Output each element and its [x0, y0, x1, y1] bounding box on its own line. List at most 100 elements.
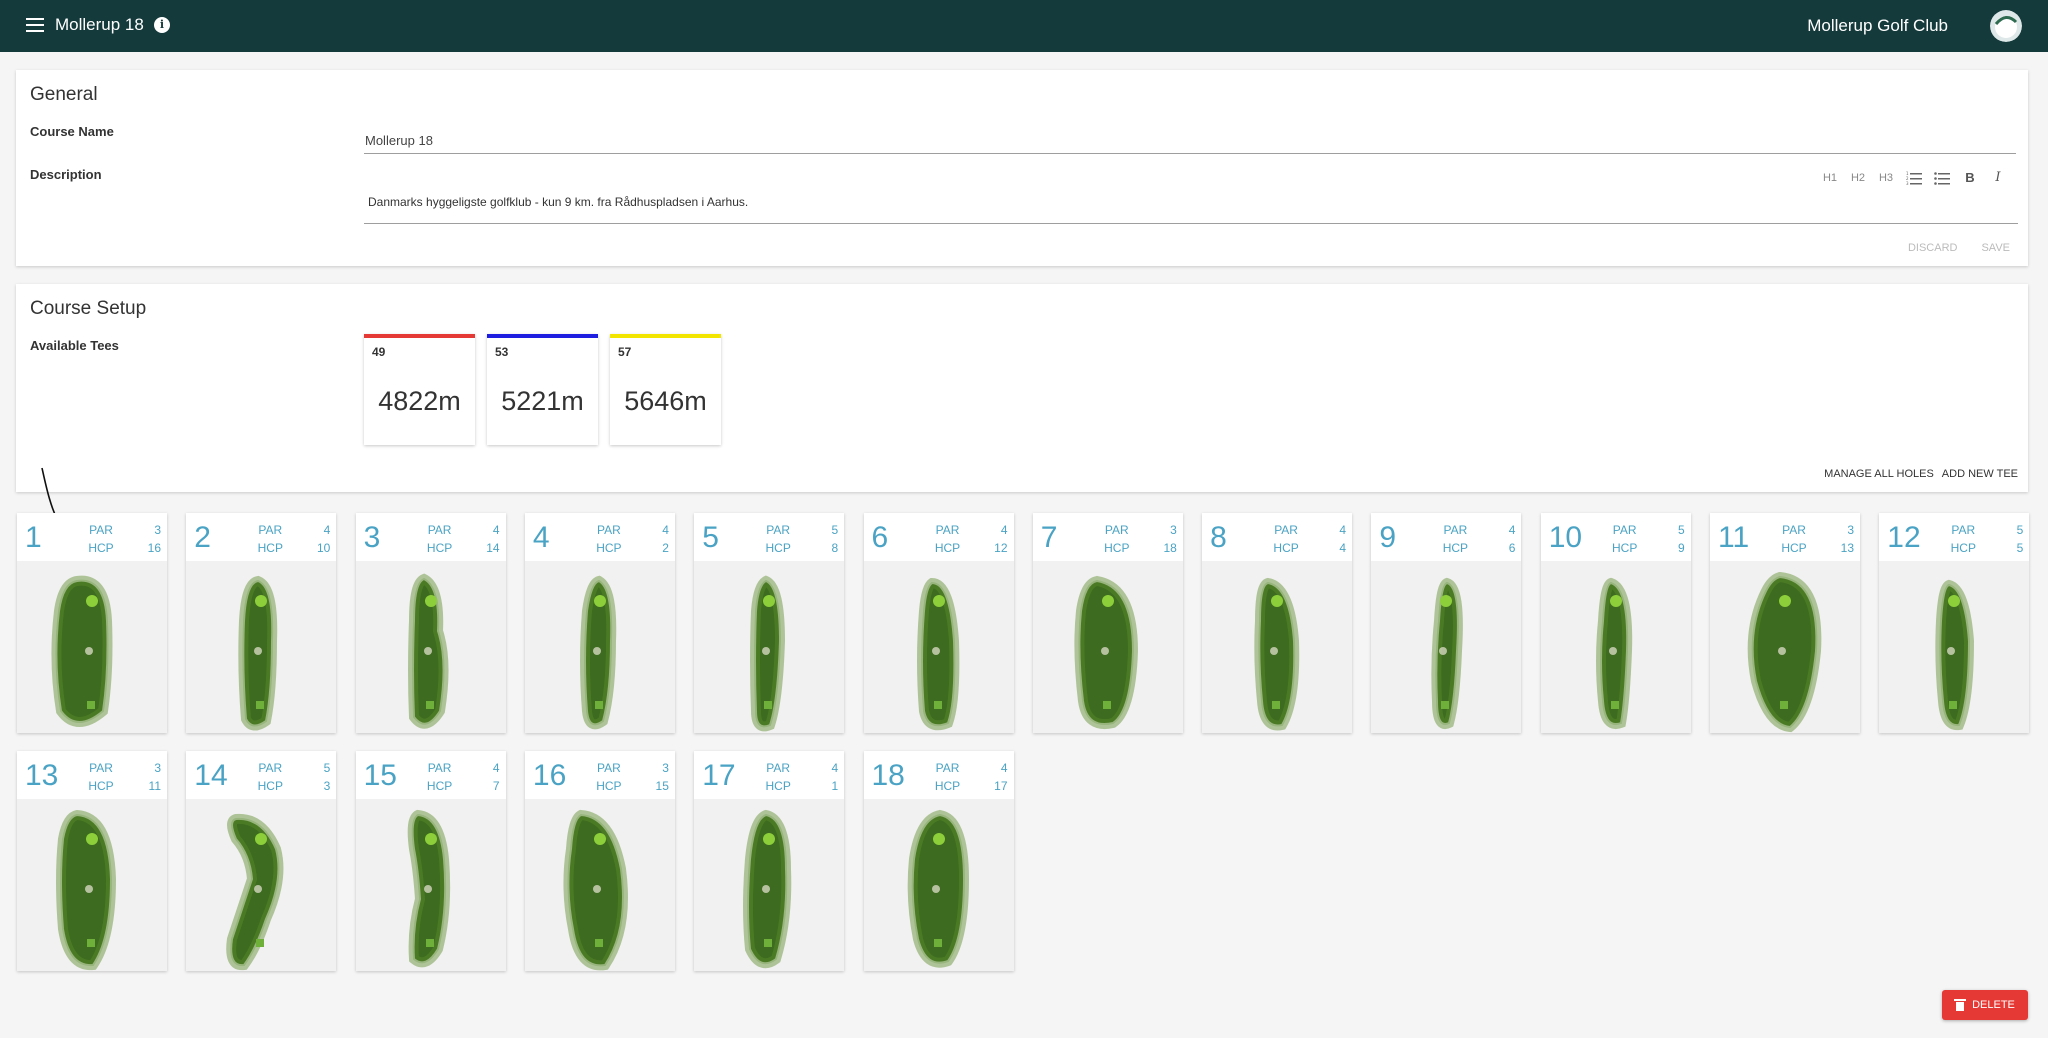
- hole-card[interactable]: 13 PAR 3 HCP 11: [17, 751, 167, 971]
- ordered-list-icon[interactable]: 123: [1900, 171, 1928, 185]
- hole-stats: PAR 3 HCP 13: [1774, 521, 1854, 557]
- par-label: PAR: [596, 523, 621, 537]
- hole-card[interactable]: 9 PAR 4 HCP 6: [1371, 513, 1522, 733]
- hcp-value: 3: [323, 779, 331, 793]
- par-label: PAR: [427, 523, 452, 537]
- hole-number: 13: [25, 759, 59, 792]
- h1-button[interactable]: H1: [1816, 172, 1844, 184]
- info-icon[interactable]: i: [154, 17, 170, 33]
- hole-card[interactable]: 5 PAR 5 HCP 8: [694, 513, 845, 733]
- tee-color-bar: [364, 334, 475, 338]
- menu-icon[interactable]: [26, 18, 44, 34]
- hole-card[interactable]: 10 PAR 5 HCP 9: [1540, 513, 1691, 733]
- hole-card[interactable]: 2 PAR 4 HCP 10: [186, 513, 337, 733]
- setup-actions: MANAGE ALL HOLES ADD NEW TEE: [1824, 468, 2018, 480]
- hole-map-image: [226, 813, 284, 971]
- hole-map-image: [579, 575, 617, 730]
- hole-number: 3: [363, 521, 381, 554]
- par-label: PAR: [1274, 523, 1298, 537]
- hcp-label: HCP: [257, 541, 283, 555]
- tee-card[interactable]: 57 5646m: [610, 334, 721, 445]
- par-label: PAR: [766, 523, 791, 537]
- hole-stats: PAR 3 HCP 18: [1097, 521, 1177, 557]
- hole-stats: PAR 4 HCP 17: [928, 759, 1008, 795]
- hole-map-image: [916, 577, 959, 731]
- hole-number: 9: [1379, 521, 1397, 554]
- hole-card[interactable]: 18 PAR 4 HCP 17: [863, 751, 1014, 971]
- hcp-value: 2: [662, 541, 669, 555]
- hole-map-image: [563, 809, 628, 971]
- bold-button[interactable]: B: [1956, 170, 1984, 185]
- course-name-label: Course Name: [30, 124, 114, 139]
- top-app-bar: Mollerup 18 i Mollerup Golf Club: [0, 0, 2048, 52]
- par-value: 3: [662, 761, 669, 775]
- hole-header: 6 PAR 4 HCP 12: [863, 513, 1014, 561]
- hole-card[interactable]: 14 PAR 5 HCP 3: [186, 751, 337, 971]
- avatar[interactable]: [1990, 10, 2022, 42]
- hole-card[interactable]: 7 PAR 3 HCP 18: [1032, 513, 1183, 733]
- hole-number: 5: [702, 521, 719, 554]
- hole-map-image: [1431, 577, 1464, 729]
- save-button[interactable]: SAVE: [1981, 242, 2010, 254]
- hole-stats: PAR 5 HCP 9: [1605, 521, 1685, 557]
- manage-all-holes-button[interactable]: MANAGE ALL HOLES: [1824, 468, 1934, 480]
- hcp-value: 1: [831, 779, 839, 793]
- hole-card[interactable]: 8 PAR 4 HCP 4: [1202, 513, 1353, 733]
- par-value: 4: [323, 523, 331, 537]
- bullet-list-icon[interactable]: [1928, 171, 1956, 185]
- par-label: PAR: [1951, 523, 1976, 537]
- par-label: PAR: [89, 523, 113, 537]
- hcp-label: HCP: [934, 541, 961, 555]
- par-label: PAR: [935, 761, 960, 775]
- hole-stats: PAR 4 HCP 7: [420, 759, 500, 795]
- par-label: PAR: [258, 523, 283, 537]
- hole-number: 11: [1718, 521, 1750, 554]
- hole-card[interactable]: 1 PAR 3 HCP 16: [17, 513, 167, 733]
- h3-button[interactable]: H3: [1872, 172, 1900, 184]
- hole-stats: PAR 5 HCP 3: [250, 759, 331, 795]
- hole-map-image: [407, 573, 449, 729]
- h2-button[interactable]: H2: [1844, 172, 1872, 184]
- par-value: 4: [1508, 523, 1516, 537]
- delete-button[interactable]: DELETE: [1942, 990, 2028, 1020]
- tee-card[interactable]: 53 5221m: [487, 334, 598, 445]
- par-value: 4: [662, 523, 669, 537]
- hole-card[interactable]: 3 PAR 4 HCP 14: [355, 513, 506, 733]
- hole-stats: PAR 4 HCP 12: [928, 521, 1008, 557]
- delete-label: DELETE: [1972, 999, 2015, 1011]
- general-card: General Course Name Mollerup 18 Descript…: [16, 70, 2028, 266]
- hole-header: 9 PAR 4 HCP 6: [1371, 513, 1522, 561]
- hole-number: 1: [25, 521, 42, 554]
- par-value: 5: [323, 761, 331, 775]
- hcp-value: 16: [147, 541, 161, 555]
- course-name-field[interactable]: Mollerup 18: [364, 124, 2016, 154]
- discard-button[interactable]: DISCARD: [1908, 242, 1958, 254]
- hcp-label: HCP: [88, 779, 114, 793]
- par-label: PAR: [427, 761, 452, 775]
- par-label: PAR: [1104, 523, 1129, 537]
- italic-button[interactable]: I: [1984, 170, 2012, 185]
- hole-card[interactable]: 4 PAR 4 HCP 2: [524, 513, 675, 733]
- hole-map-image: [743, 809, 792, 969]
- hole-card[interactable]: 15 PAR 4 HCP 7: [355, 751, 506, 971]
- hole-number: 6: [871, 521, 889, 554]
- par-value: 4: [492, 523, 500, 537]
- hole-card[interactable]: 11 PAR 3 HCP 13: [1710, 513, 1860, 733]
- hole-card[interactable]: 6 PAR 4 HCP 12: [863, 513, 1014, 733]
- club-name[interactable]: Mollerup Golf Club: [1807, 16, 1948, 36]
- general-actions: DISCARD SAVE: [1908, 242, 2010, 254]
- hole-header: 11 PAR 3 HCP 13: [1710, 513, 1860, 561]
- hcp-value: 4: [1339, 541, 1347, 555]
- hole-header: 8 PAR 4 HCP 4: [1202, 513, 1353, 561]
- hcp-label: HCP: [88, 541, 114, 555]
- hole-stats: PAR 4 HCP 4: [1266, 521, 1346, 557]
- hole-stats: PAR 4 HCP 10: [250, 521, 331, 557]
- hole-card[interactable]: 17 PAR 4 HCP 1: [694, 751, 845, 971]
- add-new-tee-button[interactable]: ADD NEW TEE: [1942, 468, 2018, 480]
- description-editor[interactable]: Danmarks hyggeligste golfklub - kun 9 km…: [364, 188, 2018, 224]
- hole-card[interactable]: 12 PAR 5 HCP 5: [1879, 513, 2030, 733]
- hole-card[interactable]: 16 PAR 3 HCP 15: [524, 751, 675, 971]
- tee-card[interactable]: 49 4822m: [364, 334, 475, 445]
- hole-map-image: [238, 575, 278, 731]
- hole-number: 10: [1548, 521, 1583, 554]
